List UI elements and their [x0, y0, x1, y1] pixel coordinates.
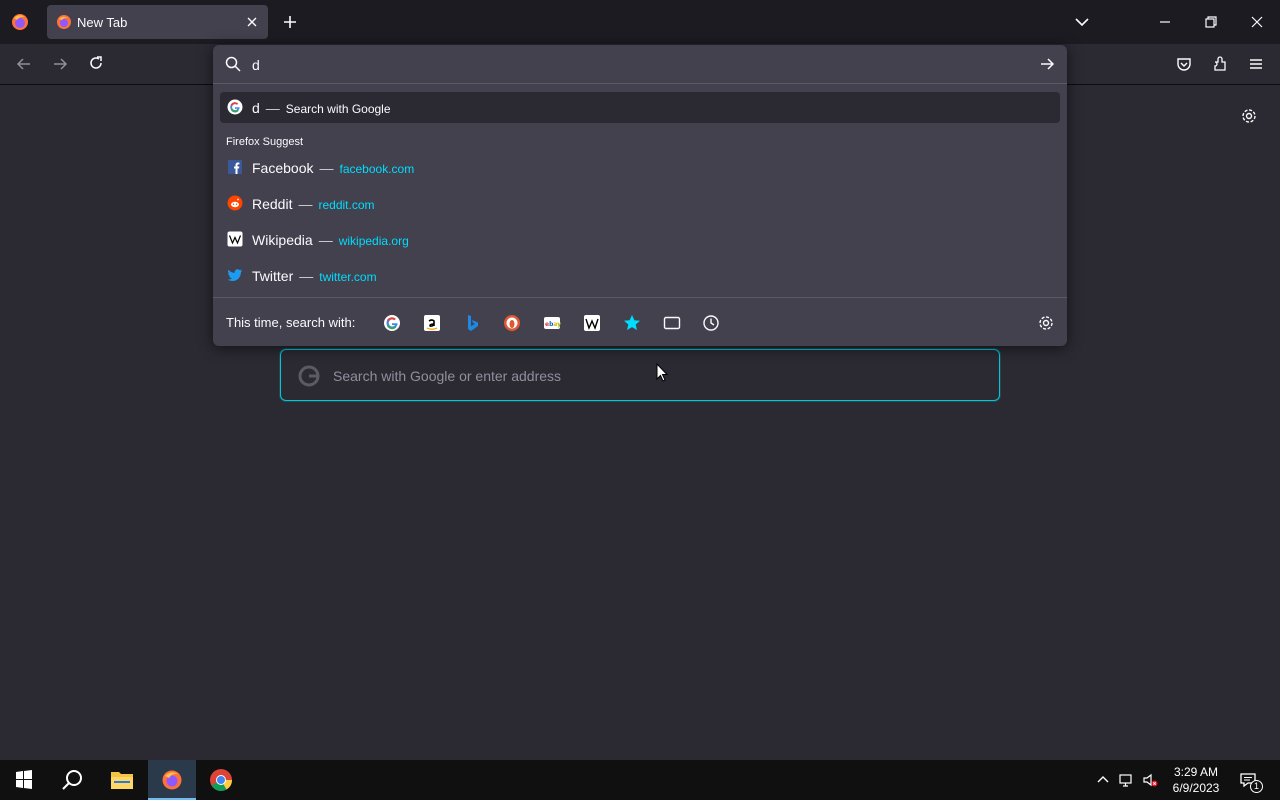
- heuristic-search-result[interactable]: d — Search with Google: [220, 92, 1060, 123]
- tabs-icon[interactable]: [662, 313, 682, 333]
- show-hidden-icons-chevron-icon[interactable]: [1095, 772, 1111, 788]
- facebook-icon: [228, 160, 242, 174]
- taskbar-firefox[interactable]: [148, 760, 196, 800]
- oneoff-label: This time, search with:: [226, 315, 356, 330]
- new-tab-plus-icon[interactable]: [281, 13, 299, 31]
- suggestion-facebook[interactable]: Facebook — facebook.com: [220, 152, 1060, 184]
- suggestion-url: facebook.com: [339, 162, 415, 176]
- separator: —: [318, 232, 333, 248]
- suggestion-title: Wikipedia: [252, 232, 313, 248]
- amazon-icon[interactable]: [422, 313, 442, 333]
- search-icon: [225, 56, 241, 72]
- clock-date: 6/9/2023: [1172, 781, 1220, 795]
- heuristic-query: d: [252, 100, 260, 116]
- google-icon[interactable]: [382, 313, 402, 333]
- back-icon[interactable]: [14, 54, 34, 74]
- divider: [213, 297, 1067, 298]
- suggestion-url: wikipedia.org: [338, 234, 409, 248]
- heuristic-action: Search with Google: [285, 102, 391, 116]
- twitter-icon: [227, 269, 242, 281]
- go-arrow-icon[interactable]: [1038, 55, 1056, 73]
- suggestion-twitter[interactable]: Twitter — twitter.com: [220, 260, 1060, 292]
- urlbar-value: d: [252, 57, 260, 73]
- wikipedia-icon: [227, 231, 243, 247]
- suggestion-reddit[interactable]: Reddit — reddit.com: [220, 188, 1060, 220]
- action-center-button[interactable]: 1: [1236, 760, 1266, 800]
- google-icon: [227, 99, 243, 115]
- suggestion-url: reddit.com: [318, 198, 375, 212]
- urlbar-input[interactable]: d: [213, 45, 1067, 84]
- network-icon[interactable]: [1119, 772, 1135, 788]
- search-icon[interactable]: [48, 760, 96, 800]
- suggestion-title: Facebook: [252, 160, 314, 176]
- suggestion-title: Reddit: [252, 196, 293, 212]
- suggestion-wikipedia[interactable]: Wikipedia — wikipedia.org: [220, 224, 1060, 256]
- notification-count-badge: 1: [1250, 780, 1263, 793]
- search-placeholder: Search with Google or enter address: [333, 368, 562, 384]
- firefox-menu-icon[interactable]: [10, 12, 30, 32]
- tab-title: New Tab: [77, 15, 128, 30]
- group-label-firefox-suggest: Firefox Suggest: [226, 136, 304, 148]
- forward-icon[interactable]: [50, 54, 70, 74]
- extensions-icon[interactable]: [1210, 54, 1230, 74]
- mouse-cursor-icon: [656, 363, 668, 382]
- google-logo-icon: [298, 365, 320, 387]
- firefox-icon: [162, 770, 182, 790]
- list-all-tabs-icon[interactable]: [1072, 12, 1092, 32]
- system-clock[interactable]: 3:29 AM 6/9/2023: [1166, 764, 1226, 796]
- restore-icon[interactable]: [1201, 12, 1221, 32]
- suggestion-title: Twitter: [252, 268, 294, 284]
- close-window-icon[interactable]: [1247, 12, 1267, 32]
- clock-time: 3:29 AM: [1173, 765, 1219, 779]
- suggestion-url: twitter.com: [319, 270, 377, 284]
- urlbar-results-popup: d d — Search with Google Firefox Suggest F…: [213, 45, 1067, 346]
- reddit-icon: [227, 195, 243, 211]
- volume-muted-icon[interactable]: [1142, 772, 1158, 788]
- tab-new-tab[interactable]: New Tab: [47, 5, 268, 39]
- search-settings-gear-icon[interactable]: [1036, 313, 1056, 333]
- ebay-icon[interactable]: ebay: [542, 313, 562, 333]
- reload-icon[interactable]: [86, 54, 106, 74]
- tab-strip: New Tab: [0, 0, 1280, 44]
- separator: —: [298, 196, 313, 212]
- history-icon[interactable]: [701, 313, 721, 333]
- minimize-icon[interactable]: [1155, 12, 1175, 32]
- app-menu-icon[interactable]: [1246, 54, 1266, 74]
- close-tab-icon[interactable]: [244, 14, 260, 30]
- windows-taskbar: 3:29 AM 6/9/2023 1: [0, 760, 1280, 800]
- file-explorer-icon[interactable]: [98, 760, 146, 800]
- wikipedia-icon[interactable]: [582, 313, 602, 333]
- newtab-search-box[interactable]: Search with Google or enter address: [280, 349, 1000, 401]
- personalize-gear-icon[interactable]: [1239, 106, 1259, 126]
- separator: —: [319, 160, 334, 176]
- firefox-favicon-icon: [57, 15, 71, 29]
- bookmarks-icon[interactable]: [622, 313, 642, 333]
- svg-text:ebay: ebay: [545, 321, 561, 328]
- separator: —: [265, 100, 280, 116]
- separator: —: [299, 268, 314, 284]
- duckduckgo-icon[interactable]: [502, 313, 522, 333]
- pocket-icon[interactable]: [1174, 54, 1194, 74]
- windows-start-icon[interactable]: [0, 760, 48, 800]
- bing-icon[interactable]: [462, 313, 482, 333]
- chrome-icon[interactable]: [197, 760, 245, 800]
